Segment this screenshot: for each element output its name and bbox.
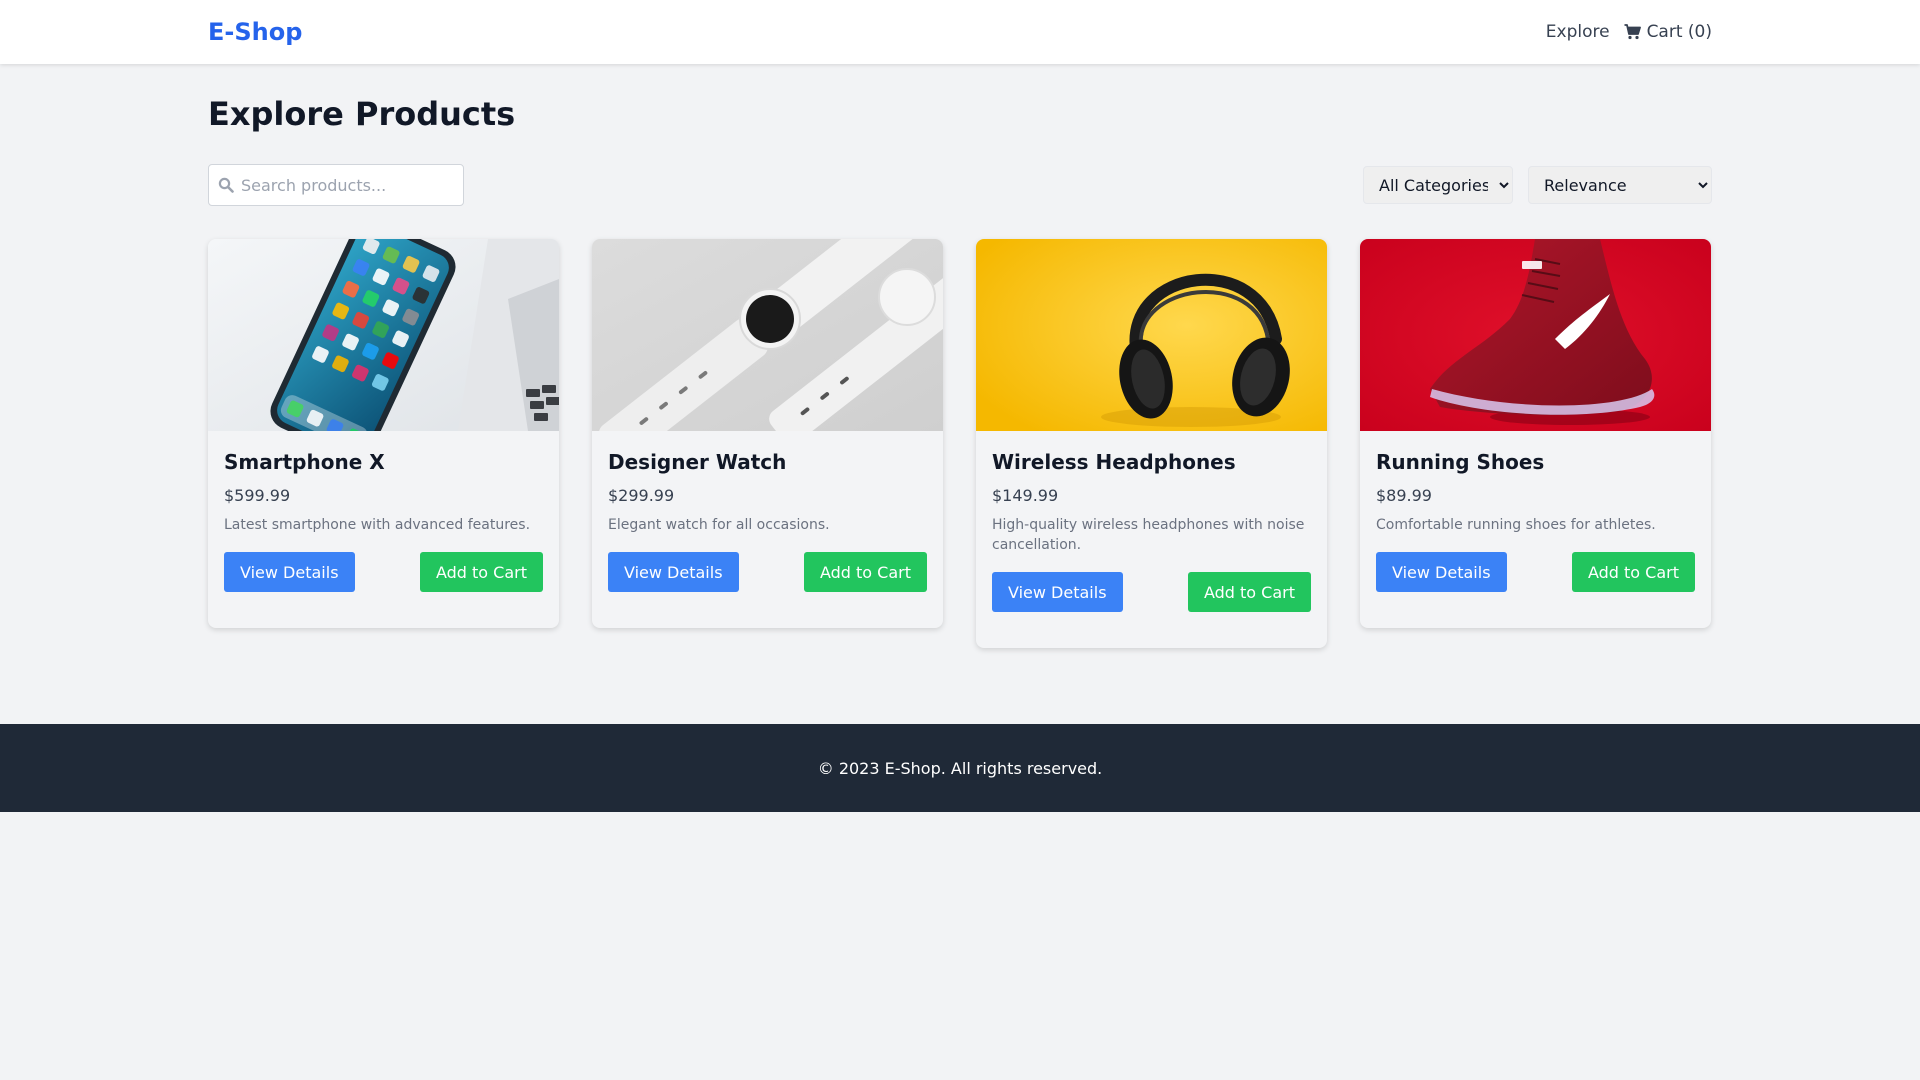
card-body: Designer Watch $299.99 Elegant watch for… [592,431,943,592]
cart-label: Cart (0) [1646,22,1712,42]
product-card: Designer Watch $299.99 Elegant watch for… [592,239,943,628]
product-description: Comfortable running shoes for athletes. [1376,517,1656,533]
sort-select[interactable]: Relevance [1528,166,1712,204]
brand-logo[interactable]: E-Shop [208,16,302,48]
smartphone-photo[interactable] [208,239,559,431]
card-actions: View Details Add to Cart [608,552,927,592]
nav-links: Explore Cart (0) [1546,20,1712,44]
product-card: Smartphone X $599.99 Latest smartphone w… [208,239,559,628]
footer-copyright: © 2023 E-Shop. All rights reserved. [817,758,1103,778]
product-price: $149.99 [992,486,1059,505]
cart-icon [1624,24,1641,40]
view-details-button[interactable]: View Details [1376,552,1507,592]
card-body: Running Shoes $89.99 Comfortable running… [1360,431,1711,592]
card-actions: View Details Add to Cart [1376,552,1695,592]
card-body: Smartphone X $599.99 Latest smartphone w… [208,431,559,592]
view-details-button[interactable]: View Details [608,552,739,592]
search-box [208,164,464,206]
product-name: Running Shoes [1376,450,1545,474]
product-card: Running Shoes $89.99 Comfortable running… [1360,239,1711,628]
card-body: Wireless Headphones $149.99 High-quality… [976,431,1327,612]
add-to-cart-button[interactable]: Add to Cart [419,552,543,592]
nav-explore-link[interactable]: Explore [1546,20,1610,44]
shoes-photo[interactable] [1360,239,1711,431]
card-actions: View Details Add to Cart [224,552,543,592]
product-grid: Smartphone X $599.99 Latest smartphone w… [208,239,1712,648]
add-to-cart-button[interactable]: Add to Cart [803,552,927,592]
category-select[interactable]: All Categories [1363,166,1513,204]
product-name: Designer Watch [608,450,787,474]
watch-photo[interactable] [592,239,943,431]
page-footer: © 2023 E-Shop. All rights reserved. [0,724,1920,812]
view-details-button[interactable]: View Details [224,552,355,592]
view-details-button[interactable]: View Details [992,572,1123,612]
headphones-photo[interactable] [976,239,1327,431]
product-price: $89.99 [1376,486,1432,505]
product-card: Wireless Headphones $149.99 High-quality… [976,239,1327,648]
product-price: $599.99 [224,486,291,505]
add-to-cart-button[interactable]: Add to Cart [1571,552,1695,592]
top-navbar: E-Shop Explore Cart (0) [0,0,1920,64]
product-price: $299.99 [608,486,675,505]
search-icon [218,177,234,197]
product-name: Smartphone X [224,450,385,474]
nav-cart-link[interactable]: Cart (0) [1624,20,1712,44]
add-to-cart-button[interactable]: Add to Cart [1187,572,1311,612]
product-description: Elegant watch for all occasions. [608,517,830,533]
product-description: Latest smartphone with advanced features… [224,517,531,533]
product-name: Wireless Headphones [992,450,1236,474]
product-description: High-quality wireless headphones with no… [992,517,1305,553]
page-title: Explore Products [208,95,516,133]
search-input[interactable] [241,165,459,205]
card-actions: View Details Add to Cart [992,572,1311,612]
